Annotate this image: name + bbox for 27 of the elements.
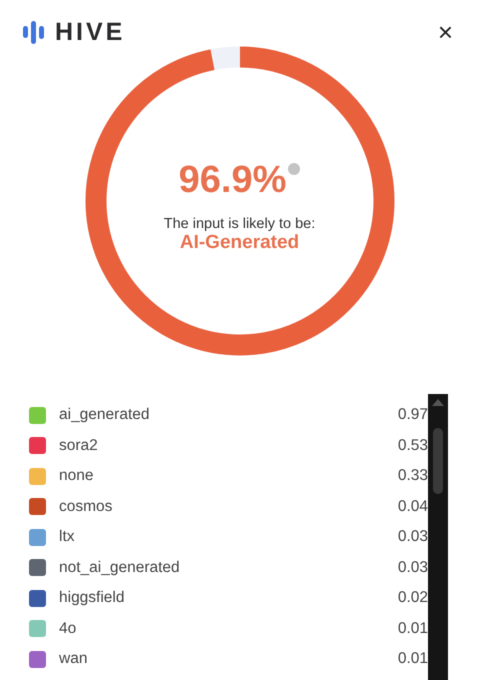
- class-score: 0.04: [398, 498, 428, 516]
- class-score: 0.02: [398, 589, 428, 608]
- scroll-thumb[interactable]: [433, 428, 443, 494]
- result-caption: The input is likely to be:: [164, 216, 316, 232]
- close-button[interactable]: ×: [434, 19, 457, 45]
- brand-name: HIVE: [55, 18, 126, 46]
- class-score: 0.33: [398, 467, 428, 486]
- class-name: none: [59, 467, 94, 486]
- class-score: 0.03: [398, 558, 428, 577]
- result-verdict: AI-Generated: [180, 232, 300, 254]
- scroll-up-icon[interactable]: [432, 399, 444, 406]
- class-name: cosmos: [59, 498, 114, 516]
- class-name: higgsfield: [59, 589, 126, 608]
- class-name: sora2: [59, 436, 99, 455]
- class-score: 0.01: [398, 620, 428, 638]
- class-name: 4o: [59, 620, 78, 638]
- info-icon[interactable]: [288, 162, 300, 174]
- class-name: not_ai_generated: [59, 558, 181, 577]
- class-name: ai_generated: [59, 406, 150, 424]
- class-score: 0.01: [398, 650, 428, 668]
- class-name: ltx: [59, 528, 76, 546]
- class-name: wan: [59, 650, 88, 668]
- class-score: 0.53: [398, 436, 428, 455]
- class-score: 0.97: [398, 406, 428, 424]
- class-score: 0.03: [398, 528, 428, 546]
- score-percent: 96.9%: [178, 158, 286, 202]
- scrollbar[interactable]: [428, 394, 448, 680]
